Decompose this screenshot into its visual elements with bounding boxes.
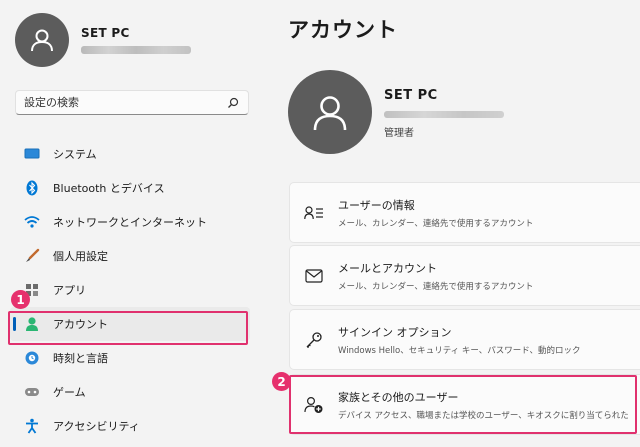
gamepad-icon [24, 384, 40, 400]
sidebar-item-label: ゲーム [53, 386, 86, 399]
sidebar-item-label: 個人用設定 [53, 250, 108, 263]
highlight-accounts [8, 311, 248, 345]
sidebar-item-bluetooth[interactable]: Bluetooth とデバイス [10, 171, 250, 205]
globe-clock-icon [24, 350, 40, 366]
card-description: メール、カレンダー、連絡先で使用するアカウント [338, 281, 534, 292]
profile-email-redacted [81, 46, 191, 54]
brush-icon [24, 248, 40, 264]
step-badge-1: 1 [11, 290, 30, 309]
user-profile[interactable]: SET PC [15, 13, 191, 67]
sidebar-item-label: Bluetooth とデバイス [53, 182, 165, 195]
user-info-icon [303, 202, 325, 224]
card-description: Windows Hello、セキュリティ キー、パスワード、動的ロック [338, 345, 581, 356]
account-role: 管理者 [384, 128, 414, 139]
search-input[interactable] [24, 96, 226, 109]
sidebar-item-system[interactable]: システム [10, 137, 250, 171]
search-box[interactable] [15, 90, 249, 115]
sidebar-item-label: アプリ [53, 284, 86, 297]
monitor-icon [24, 146, 40, 162]
person-icon [313, 96, 347, 131]
profile-name: SET PC [81, 26, 130, 40]
sidebar-item-time-language[interactable]: 時刻と言語 [10, 341, 250, 375]
sidebar-item-personalization[interactable]: 個人用設定 [10, 239, 250, 273]
step-badge-number: 2 [277, 374, 286, 389]
sidebar-item-apps[interactable]: アプリ [10, 273, 250, 307]
card-title: メールとアカウント [338, 261, 437, 275]
sidebar-item-label: システム [53, 148, 97, 161]
card-sign-in-options[interactable]: サインイン オプション Windows Hello、セキュリティ キー、パスワー… [289, 309, 640, 370]
card-title: サインイン オプション [338, 325, 452, 339]
mail-icon [303, 265, 325, 287]
account-avatar [288, 70, 372, 154]
step-badge-2: 2 [272, 372, 291, 391]
account-name: SET PC [384, 88, 438, 103]
sidebar-item-gaming[interactable]: ゲーム [10, 375, 250, 409]
bluetooth-icon [24, 180, 40, 196]
step-badge-number: 1 [16, 292, 25, 307]
card-title: ユーザーの情報 [338, 198, 415, 212]
sidebar-item-label: ネットワークとインターネット [53, 216, 207, 229]
card-your-info[interactable]: ユーザーの情報 メール、カレンダー、連絡先で使用するアカウント [289, 182, 640, 243]
sidebar: SET PC システム Bluetooth とデバイス [0, 0, 270, 447]
sidebar-item-label: 時刻と言語 [53, 352, 108, 365]
person-icon [31, 29, 53, 52]
sidebar-item-label: アクセシビリティ [53, 420, 140, 433]
avatar [15, 13, 69, 67]
sidebar-item-network[interactable]: ネットワークとインターネット [10, 205, 250, 239]
highlight-family-users [289, 375, 637, 434]
card-description: メール、カレンダー、連絡先で使用するアカウント [338, 218, 534, 229]
key-icon [303, 329, 325, 351]
card-email-accounts[interactable]: メールとアカウント メール、カレンダー、連絡先で使用するアカウント [289, 245, 640, 306]
search-icon[interactable] [226, 96, 240, 110]
sidebar-item-accessibility[interactable]: アクセシビリティ [10, 409, 250, 443]
wifi-icon [24, 214, 40, 230]
page-title: アカウント [288, 18, 398, 42]
account-email-redacted [384, 111, 504, 118]
nav-list: システム Bluetooth とデバイス ネットワークとインターネット 個人用設… [10, 137, 250, 443]
accessibility-icon [24, 418, 40, 434]
